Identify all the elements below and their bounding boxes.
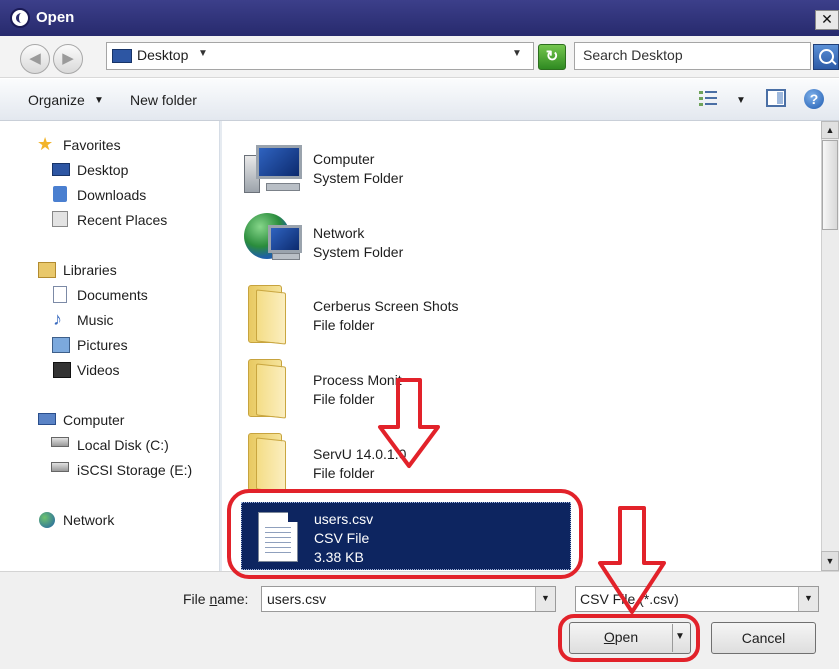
file-type-dropdown-icon[interactable]: ▼ bbox=[798, 587, 818, 611]
file-type: File folder bbox=[313, 465, 375, 481]
views-chevron-icon[interactable]: ▼ bbox=[736, 95, 746, 106]
red-arrow-icon bbox=[378, 378, 440, 468]
list-item[interactable]: Process Monit File folder bbox=[222, 359, 821, 431]
breadcrumb-chevron-icon[interactable]: ▼ bbox=[198, 48, 208, 59]
search-placeholder[interactable]: Search Desktop bbox=[583, 47, 683, 63]
file-name-field[interactable] bbox=[261, 586, 556, 612]
scroll-up-button[interactable]: ▲ bbox=[821, 121, 839, 139]
address-location[interactable]: Desktop bbox=[137, 47, 188, 63]
search-icon[interactable] bbox=[813, 44, 839, 70]
window-title: Open bbox=[36, 9, 75, 26]
organize-chevron-icon[interactable]: ▼ bbox=[94, 95, 104, 106]
nav-item-documents[interactable]: Documents bbox=[77, 287, 148, 303]
nav-item-iscsi-storage[interactable]: iSCSI Storage (E:) bbox=[77, 462, 192, 478]
nav-favorites[interactable]: Favorites bbox=[63, 137, 121, 153]
computer-icon bbox=[244, 145, 304, 199]
help-icon[interactable]: ? bbox=[804, 89, 824, 109]
folder-icon bbox=[244, 285, 288, 345]
file-name: Cerberus Screen Shots bbox=[313, 298, 459, 314]
libraries-icon bbox=[38, 262, 56, 278]
new-folder-button[interactable]: New folder bbox=[130, 92, 197, 108]
highlight-oval bbox=[558, 614, 700, 662]
file-name-label: File name: bbox=[183, 591, 248, 607]
file-type: File folder bbox=[313, 317, 375, 333]
network-icon bbox=[39, 512, 55, 528]
highlight-oval bbox=[227, 489, 583, 579]
recent-places-icon bbox=[52, 211, 68, 227]
nav-libraries[interactable]: Libraries bbox=[63, 262, 117, 278]
nav-item-downloads[interactable]: Downloads bbox=[77, 187, 146, 203]
music-icon: ♪ bbox=[53, 309, 62, 329]
folder-icon bbox=[244, 359, 288, 419]
list-item[interactable]: Network System Folder bbox=[222, 213, 821, 285]
refresh-button[interactable]: ↻ bbox=[538, 44, 566, 70]
file-name: Computer bbox=[313, 151, 375, 167]
iscsi-storage-icon bbox=[51, 462, 69, 472]
back-button[interactable]: ◀ bbox=[20, 44, 50, 74]
nav-item-music[interactable]: Music bbox=[77, 312, 114, 328]
pictures-icon bbox=[52, 337, 70, 353]
list-item-partial bbox=[222, 121, 821, 125]
navigation-pane: ★ Favorites Desktop Downloads Recent Pla… bbox=[0, 121, 219, 571]
app-icon bbox=[10, 8, 30, 28]
file-type: System Folder bbox=[313, 244, 404, 260]
preview-pane-icon[interactable] bbox=[766, 89, 786, 107]
list-item[interactable]: Cerberus Screen Shots File folder bbox=[222, 285, 821, 357]
nav-item-desktop[interactable]: Desktop bbox=[77, 162, 128, 178]
list-item[interactable]: Computer System Folder bbox=[222, 145, 821, 217]
nav-computer[interactable]: Computer bbox=[63, 412, 124, 428]
network-icon bbox=[244, 213, 304, 271]
documents-icon bbox=[53, 286, 67, 303]
close-button[interactable]: ✕ bbox=[815, 10, 839, 30]
favorites-star-icon: ★ bbox=[37, 134, 54, 154]
nav-item-pictures[interactable]: Pictures bbox=[77, 337, 128, 353]
scroll-down-button[interactable]: ▼ bbox=[821, 551, 839, 571]
downloads-icon bbox=[53, 186, 67, 202]
file-name-dropdown-icon[interactable]: ▼ bbox=[535, 587, 555, 611]
file-type: File folder bbox=[313, 391, 375, 407]
scroll-thumb[interactable] bbox=[822, 140, 838, 230]
cancel-button[interactable]: Cancel bbox=[711, 622, 816, 654]
nav-network[interactable]: Network bbox=[63, 512, 114, 528]
file-type: System Folder bbox=[313, 170, 404, 186]
red-arrow-icon bbox=[598, 506, 666, 614]
file-name: Network bbox=[313, 225, 365, 241]
nav-item-local-disk[interactable]: Local Disk (C:) bbox=[77, 437, 169, 453]
folder-icon bbox=[244, 433, 288, 493]
forward-button[interactable]: ▶ bbox=[53, 44, 83, 74]
computer-icon bbox=[38, 413, 56, 425]
desktop-icon bbox=[52, 163, 70, 176]
local-disk-icon bbox=[51, 437, 69, 447]
nav-item-videos[interactable]: Videos bbox=[77, 362, 120, 378]
change-view-icon[interactable] bbox=[699, 90, 717, 108]
organize-button[interactable]: Organize bbox=[28, 92, 85, 108]
file-name-label-pre: File bbox=[183, 591, 210, 607]
title-bar bbox=[0, 0, 839, 36]
address-dropdown-icon[interactable]: ▼ bbox=[512, 48, 522, 59]
desktop-icon bbox=[112, 49, 132, 63]
nav-item-recent-places[interactable]: Recent Places bbox=[77, 212, 167, 228]
file-name-label-post: ame: bbox=[217, 591, 249, 607]
videos-icon bbox=[53, 362, 71, 378]
